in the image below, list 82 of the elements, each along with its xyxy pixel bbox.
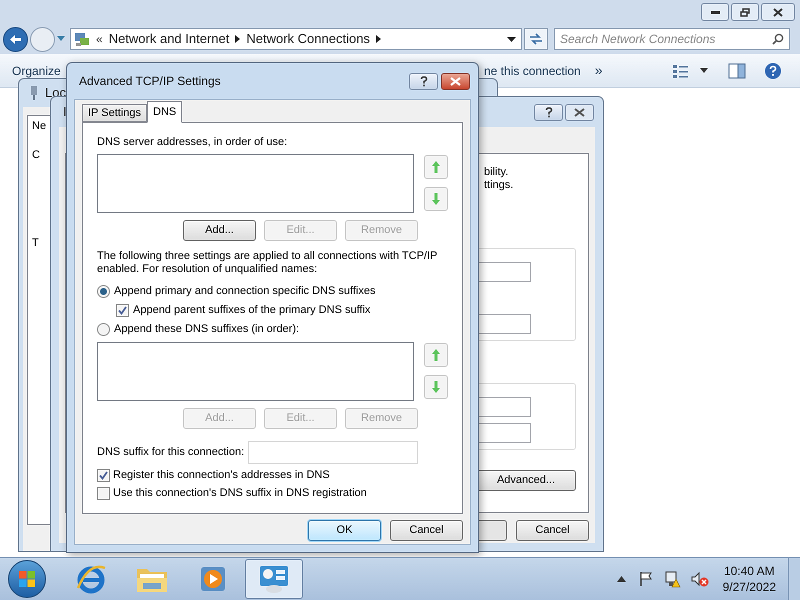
group-label: T: [32, 236, 40, 251]
taskbar-button[interactable]: [245, 559, 303, 599]
radio-button[interactable]: [97, 284, 110, 298]
dropdown-icon[interactable]: [507, 36, 516, 42]
question-mark-icon: [420, 76, 428, 86]
group-label: C: [32, 148, 41, 162]
close-icon: [450, 76, 461, 86]
help-icon[interactable]: [764, 62, 782, 80]
restore-button[interactable]: [731, 3, 759, 21]
tab[interactable]: DNS: [147, 101, 182, 123]
restore-icon: [740, 8, 750, 16]
up-arrow-icon: [431, 160, 441, 174]
up-arrow-icon: [431, 348, 441, 362]
flag-icon[interactable]: [638, 571, 654, 587]
checkbox[interactable]: [97, 487, 110, 500]
view-options-icon[interactable]: [672, 62, 690, 78]
list-box[interactable]: [97, 154, 414, 212]
checkbox-label: Use this connection's DNS suffix in DNS registration: [113, 486, 367, 502]
media-player-icon: [199, 564, 227, 594]
field-label: DNS suffix for this connection:: [97, 444, 244, 460]
cancel-button[interactable]: Cancel: [516, 520, 589, 541]
clock-date: 9/27/2022: [722, 579, 776, 595]
close-button[interactable]: [761, 3, 795, 21]
windows-logo-icon: [18, 570, 36, 588]
ok-button[interactable]: OK: [308, 520, 381, 541]
refresh-button[interactable]: [524, 28, 548, 50]
description-text: The following three settings are applied to all connections with TCP/IP enabled. For resolution of unqualified names:: [97, 250, 438, 276]
dialog-title: Advanced TCP/IP Settings: [79, 73, 221, 90]
clock[interactable]: 10:40 AM 9/27/2022: [722, 563, 776, 595]
overflow-chevron[interactable]: «: [96, 30, 103, 48]
option-label: Append primary and connection specific DNS suffixes: [114, 284, 376, 299]
minimize-button[interactable]: [701, 3, 729, 21]
close-icon: [574, 108, 585, 116]
radio-button[interactable]: [97, 322, 110, 336]
dropdown-icon[interactable]: [700, 68, 708, 73]
browser-icon: [75, 564, 107, 594]
breadcrumb-item[interactable]: Network and Internet: [108, 29, 230, 49]
network-icon: [74, 31, 90, 47]
muted-speaker-icon[interactable]: [690, 570, 709, 588]
option-label: Append parent suffixes of the primary DNS suffix: [133, 302, 370, 318]
window-title: I: [63, 103, 67, 122]
dns-suffix-field[interactable]: [248, 440, 418, 464]
close-icon: [773, 8, 783, 16]
down-arrow-icon: [431, 192, 441, 206]
preview-pane-icon[interactable]: [728, 62, 746, 78]
advanced-button[interactable]: Advanced...: [476, 470, 576, 491]
address-bar[interactable]: « Network and Internet Network Connections: [70, 28, 522, 50]
history-dropdown-icon[interactable]: [57, 36, 65, 42]
breadcrumb-arrow-icon[interactable]: [235, 35, 240, 43]
checkbox[interactable]: [97, 469, 110, 482]
description-text: ttings.: [484, 179, 514, 192]
question-mark-icon: [544, 106, 552, 118]
close-button[interactable]: [565, 104, 594, 120]
back-button[interactable]: [3, 26, 28, 52]
help-button[interactable]: [534, 104, 563, 120]
network-warning-icon[interactable]: [664, 570, 681, 588]
option-label: Append these DNS suffixes (in order):: [114, 322, 300, 337]
list-box[interactable]: [97, 342, 414, 400]
toolbar-command[interactable]: ne this connection: [484, 62, 581, 80]
search-icon: [772, 33, 784, 45]
breadcrumb-arrow-icon[interactable]: [376, 35, 381, 43]
clock-time: 10:40 AM: [724, 563, 775, 579]
network-adapter-icon: [29, 85, 39, 101]
refresh-icon: [529, 33, 543, 45]
back-arrow-icon: [9, 34, 22, 44]
breadcrumb-item[interactable]: Network Connections: [246, 29, 370, 49]
show-hidden-icons-icon[interactable]: [616, 576, 626, 582]
cancel-button[interactable]: Cancel: [390, 520, 463, 541]
down-arrow-icon: [431, 380, 441, 394]
tab[interactable]: IP Settings: [82, 104, 147, 122]
search-field[interactable]: Search Network Connections: [554, 28, 790, 50]
checkbox[interactable]: [116, 304, 129, 316]
help-button[interactable]: [409, 72, 438, 90]
organize-menu[interactable]: Organize: [12, 62, 61, 80]
start-button[interactable]: [8, 560, 46, 598]
list-action-button[interactable]: Add...: [183, 220, 256, 240]
control-panel-icon: [257, 564, 291, 594]
section-label: DNS server addresses, in order of use:: [97, 135, 288, 150]
more-commands[interactable]: »: [594, 60, 603, 81]
checkbox-label: Register this connection's addresses in DNS: [113, 468, 330, 484]
description-text: bility.: [484, 166, 510, 179]
close-button[interactable]: [441, 72, 470, 90]
